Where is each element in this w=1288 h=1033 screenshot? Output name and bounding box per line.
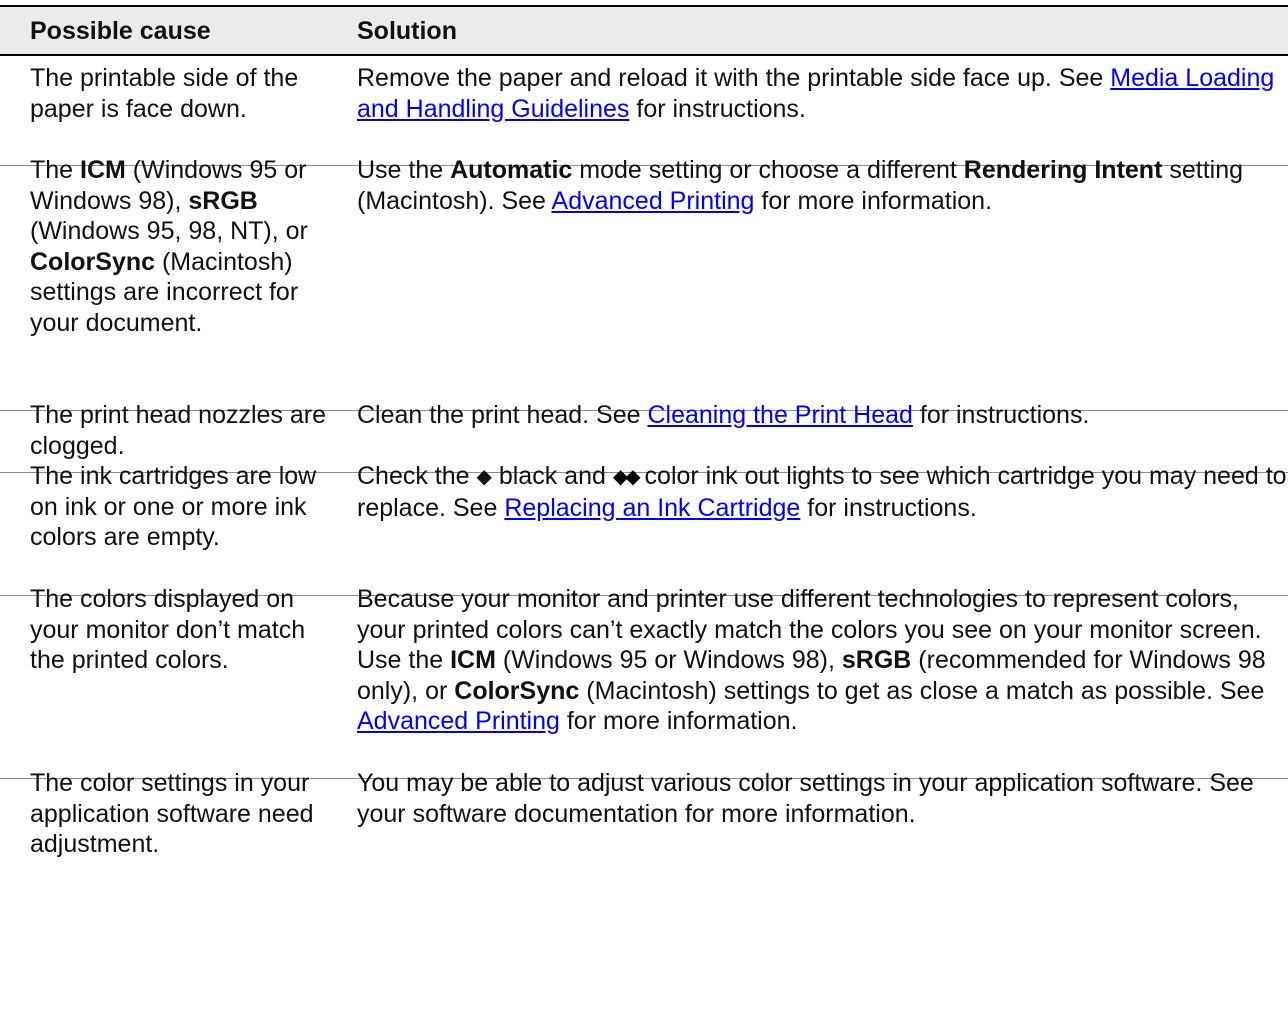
cell-text: for instructions. — [629, 94, 806, 123]
bold-term: Automatic — [450, 156, 573, 184]
cell-text: (Windows 95 or Windows 98), — [495, 646, 842, 674]
cause-cell: The ink cartridges are low on ink or one… — [30, 461, 330, 553]
solution-cell: Because your monitor and printer use dif… — [357, 584, 1287, 737]
cause-cell: The ICM (Windows 95 or Windows 98), sRGB… — [30, 155, 330, 338]
cell-text: for instructions. — [800, 493, 977, 522]
bold-term: ICM — [80, 156, 126, 184]
bold-term: ColorSync — [454, 676, 580, 705]
solution-cell: Clean the print head. See Cleaning the P… — [357, 400, 1287, 431]
cell-text: You may be able to adjust various color … — [357, 769, 1254, 828]
bold-term: sRGB — [188, 186, 258, 215]
bold-term: sRGB — [841, 646, 912, 674]
cell-text: Remove the paper and reload it with the … — [357, 64, 1111, 92]
header-solution: Solution — [357, 17, 457, 45]
cell-text: (Macintosh) settings to get as close a m… — [579, 676, 1265, 705]
cause-cell: The colors displayed on your monitor don… — [30, 584, 330, 676]
cell-text: for instructions. — [912, 401, 1090, 429]
cell-text: The — [30, 156, 81, 184]
bold-term: ICM — [450, 646, 496, 674]
cause-cell: The printable side of the paper is face … — [30, 63, 330, 124]
solution-cell: Use the Automatic mode setting or choose… — [357, 155, 1287, 216]
cell-text: mode setting or choose a different — [572, 156, 964, 184]
solution-cell: Remove the paper and reload it with the … — [357, 63, 1287, 124]
reference-link[interactable]: Advanced Printing — [357, 707, 560, 735]
cause-cell: The print head nozzles are clogged. — [30, 400, 330, 461]
solution-cell: Check the ◆ black and ◆◆ color ink out l… — [357, 461, 1287, 523]
cell-text: The printable side of the paper is face … — [30, 64, 299, 123]
cell-text: Use the — [357, 156, 451, 184]
cell-text: The color settings in your application s… — [30, 769, 314, 858]
solution-cell: You may be able to adjust various color … — [357, 768, 1287, 829]
cell-text: (Windows 95, 98, NT), or — [30, 217, 308, 245]
cell-text: The ink cartridges are low on ink or one… — [30, 462, 317, 551]
reference-link[interactable]: Cleaning the Print Head — [647, 401, 912, 429]
cell-text: for more information. — [754, 186, 993, 215]
cause-cell: The color settings in your application s… — [30, 768, 330, 860]
header-possible-cause: Possible cause — [30, 17, 211, 45]
cell-text: black and — [491, 462, 613, 490]
bold-term: Rendering Intent — [963, 156, 1163, 184]
cell-text: for more information. — [559, 707, 798, 735]
table-header-rule — [0, 54, 1288, 56]
cell-text: Check the — [357, 462, 477, 490]
cell-text: The print head nozzles are clogged. — [30, 401, 327, 460]
bold-term: ColorSync — [30, 247, 156, 276]
black-ink-drop-icon: ◆ — [476, 466, 492, 488]
cell-text: Clean the print head. See — [357, 401, 648, 429]
color-ink-drops-icon: ◆◆ — [612, 466, 641, 488]
cell-text: The colors displayed on your monitor don… — [30, 585, 306, 674]
reference-link[interactable]: Advanced Printing — [552, 187, 755, 215]
reference-link[interactable]: Replacing an Ink Cartridge — [504, 494, 800, 522]
